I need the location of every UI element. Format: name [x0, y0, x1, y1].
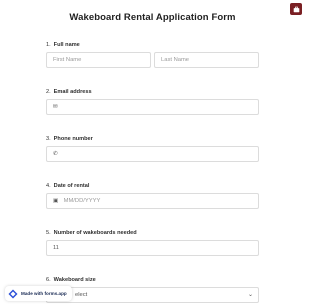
forms-app-logo-icon	[8, 289, 18, 298]
phone-input[interactable]: ✆	[46, 146, 259, 162]
question-number: 1.	[46, 42, 51, 48]
wakeboard-size-select[interactable]: elect ⌄	[46, 287, 259, 303]
wakeboard-count-input[interactable]: 11	[46, 240, 259, 256]
question-text: Full name	[53, 42, 80, 48]
question-phone: 3. Phone number	[46, 135, 259, 143]
question-number: 4.	[46, 183, 51, 189]
email-input[interactable]: ✉	[46, 99, 259, 115]
question-text: Email address	[53, 89, 92, 95]
question-email: 2. Email address	[46, 88, 259, 96]
envelope-icon: ✉	[53, 104, 58, 110]
question-number: 3.	[46, 136, 51, 142]
date-input[interactable]: ▣ MM/DD/YYYY	[46, 193, 259, 209]
question-label: 6. Wakeboard size	[46, 276, 259, 284]
last-name-input[interactable]: Last Name	[154, 52, 259, 68]
question-wakeboard-size: 6. Wakeboard size	[46, 276, 259, 284]
question-text: Date of rental	[53, 183, 90, 189]
question-number: 6.	[46, 277, 51, 283]
question-text: Number of wakeboards needed	[53, 230, 137, 236]
question-wakeboard-count: 5. Number of wakeboards needed	[46, 229, 259, 237]
chevron-down-icon: ⌄	[247, 292, 253, 298]
first-name-input[interactable]: First Name	[46, 52, 151, 68]
question-label: 2. Email address	[46, 88, 259, 96]
question-text: Wakeboard size	[53, 277, 96, 283]
question-full-name: 1. Full name	[46, 41, 259, 49]
number-icon: 11	[53, 245, 59, 251]
question-label: 5. Number of wakeboards needed	[46, 229, 259, 237]
question-date: 4. Date of rental	[46, 182, 259, 190]
phone-icon: ✆	[53, 151, 58, 157]
made-with-badge[interactable]: Made with forms.app	[5, 286, 72, 301]
question-label: 1. Full name	[46, 41, 259, 49]
badge-text: Made with forms.app	[21, 291, 67, 296]
question-label: 4. Date of rental	[46, 182, 259, 190]
question-number: 2.	[46, 89, 51, 95]
question-number: 5.	[46, 230, 51, 236]
question-label: 3. Phone number	[46, 135, 259, 143]
question-text: Phone number	[53, 136, 93, 142]
form-title: Wakeboard Rental Application Form	[69, 12, 236, 23]
calendar-icon: ▣	[53, 198, 59, 204]
date-placeholder: MM/DD/YYYY	[63, 198, 101, 204]
